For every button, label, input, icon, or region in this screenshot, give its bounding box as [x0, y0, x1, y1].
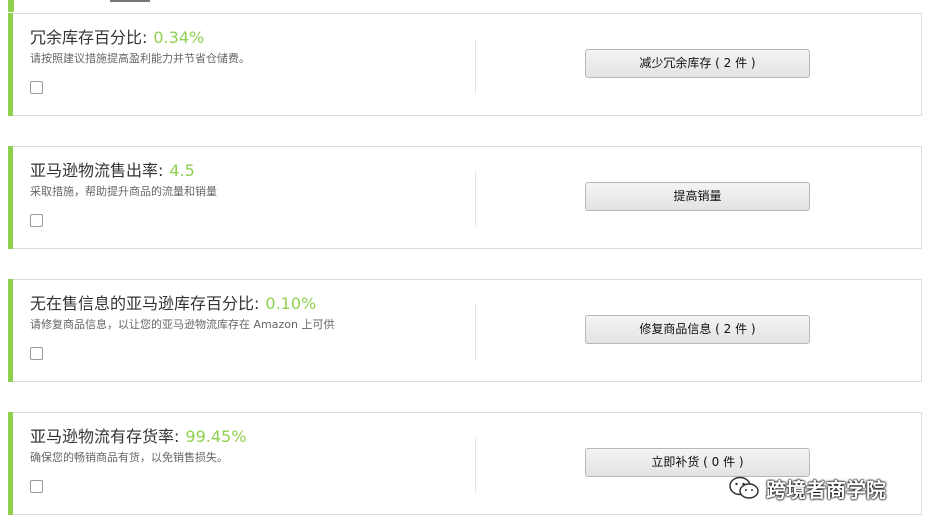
watermark: 跨境者商学院 [728, 474, 886, 502]
watermark-text: 跨境者商学院 [766, 477, 886, 502]
metric-label: 亚马逊物流售出率: [30, 161, 164, 180]
accent-bar [8, 13, 13, 116]
previous-card-edge [0, 0, 940, 12]
metric-value: 0.10% [265, 294, 317, 313]
vertical-divider [475, 438, 476, 493]
metric-description: 请按照建议措施提高盈利能力并节省仓储费。 [30, 52, 250, 65]
vertical-divider [475, 305, 476, 360]
metric-card-sell-through: 亚马逊物流售出率: 4.5 采取措施，帮助提升商品的流量和销量 提高销量 [8, 146, 922, 249]
wechat-icon [729, 476, 759, 499]
divider [110, 0, 150, 2]
metric-value: 0.34% [153, 28, 205, 47]
increase-sales-button[interactable]: 提高销量 [585, 182, 810, 211]
accent-bar [8, 279, 13, 382]
metric-description: 采取措施，帮助提升商品的流量和销量 [30, 185, 217, 198]
metric-title: 冗余库存百分比: 0.34% [30, 24, 204, 48]
reduce-excess-inventory-button[interactable]: 减少冗余库存 ( 2 件 ) [585, 49, 810, 78]
metric-value: 4.5 [169, 161, 195, 180]
card-checkbox[interactable] [30, 480, 43, 493]
metric-title: 无在售信息的亚马逊库存百分比: 0.10% [30, 290, 316, 314]
accent-bar [8, 412, 13, 515]
metric-card-excess-inventory: 冗余库存百分比: 0.34% 请按照建议措施提高盈利能力并节省仓储费。 减少冗余库… [8, 13, 922, 116]
card-checkbox[interactable] [30, 81, 43, 94]
metric-description: 请修复商品信息，以让您的亚马逊物流库存在 Amazon 上可供 [30, 318, 335, 331]
metric-value: 99.45% [185, 427, 247, 446]
metric-description: 确保您的畅销商品有货，以免销售损失。 [30, 451, 228, 464]
vertical-divider [475, 39, 476, 94]
metric-title: 亚马逊物流售出率: 4.5 [30, 157, 195, 181]
metric-card-stranded-inventory: 无在售信息的亚马逊库存百分比: 0.10% 请修复商品信息，以让您的亚马逊物流库存… [8, 279, 922, 382]
metric-label: 无在售信息的亚马逊库存百分比: [30, 294, 260, 313]
accent-bar [8, 146, 13, 249]
vertical-divider [475, 172, 476, 227]
card-checkbox[interactable] [30, 347, 43, 360]
fix-listings-button[interactable]: 修复商品信息 ( 2 件 ) [585, 315, 810, 344]
metric-label: 亚马逊物流有存货率: [30, 427, 180, 446]
accent-bar [8, 0, 14, 12]
card-checkbox[interactable] [30, 214, 43, 227]
metric-label: 冗余库存百分比: [30, 28, 148, 47]
metric-title: 亚马逊物流有存货率: 99.45% [30, 423, 246, 447]
